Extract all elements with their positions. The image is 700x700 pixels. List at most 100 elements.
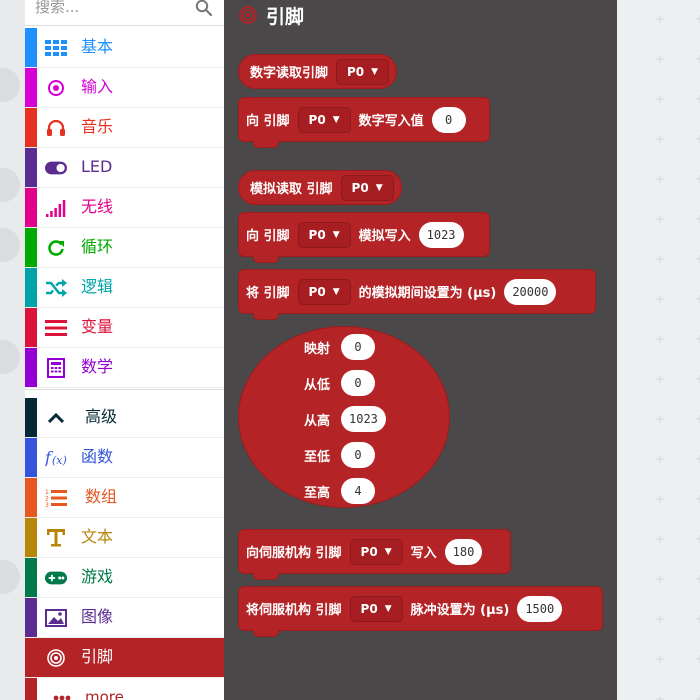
- analog-write-block[interactable]: 向 引脚 P0 ▼ 模拟写入 1023: [238, 212, 490, 263]
- function-icon: f (x): [45, 448, 67, 468]
- digital-read-block[interactable]: 数字读取引脚 P0 ▼: [238, 54, 398, 89]
- map-block[interactable]: 映射 0 从低 0 从高 1023 至低 0 至高 4: [238, 326, 450, 508]
- block-label: 模拟读取 引脚: [250, 182, 333, 197]
- grid-plus-icon: +: [655, 692, 666, 700]
- grid-plus-icon: +: [695, 412, 700, 426]
- category-images[interactable]: 图像: [25, 598, 224, 638]
- chevron-up-icon: [45, 408, 67, 428]
- value-input[interactable]: 20000: [504, 278, 557, 305]
- block-label: 数字写入值: [358, 114, 424, 129]
- grid-plus-icon: +: [695, 612, 700, 626]
- value-input[interactable]: 0: [341, 334, 375, 360]
- block-label: 向伺服机构 引脚: [246, 546, 342, 561]
- category-label: 数组: [85, 487, 118, 506]
- block-label: 从低: [304, 377, 331, 393]
- flyout-header: 引脚: [238, 2, 304, 28]
- text-icon: [45, 528, 67, 548]
- servo-write-block[interactable]: 向伺服机构 引脚 P0 ▼ 写入 180: [238, 529, 511, 580]
- grid-plus-icon: +: [655, 492, 666, 506]
- workspace[interactable]: + + + + + + + + + + + + + + + + + + + + + + + + + + + + + + + + + + + +: [617, 0, 700, 700]
- value-input[interactable]: 1023: [418, 221, 464, 248]
- category-radio[interactable]: 无线: [25, 188, 224, 228]
- digital-write-block[interactable]: 向 引脚 P0 ▼ 数字写入值 0: [238, 97, 490, 148]
- pin-dropdown[interactable]: P0 ▼: [336, 58, 390, 85]
- block-label: 的模拟期间设置为 (μs): [358, 286, 497, 301]
- category-basic[interactable]: 基本: [25, 28, 224, 68]
- grid-icon: [45, 38, 67, 58]
- svg-text:(x): (x): [52, 454, 67, 467]
- category-pins[interactable]: 引脚: [25, 638, 224, 678]
- value-input[interactable]: 0: [341, 442, 375, 468]
- servo-pulse-block[interactable]: 将伺服机构 引脚 P0 ▼ 脉冲设置为 (μs) 1500: [238, 586, 603, 637]
- grid-plus-icon: +: [655, 172, 666, 186]
- category-label: 数学: [81, 357, 114, 376]
- toolbox: 基本 输入 音乐 LED 无线: [25, 0, 224, 700]
- pin-dropdown[interactable]: P0 ▼: [349, 595, 403, 622]
- pin-dropdown[interactable]: P0 ▼: [340, 174, 394, 201]
- grid-plus-icon: +: [695, 92, 700, 106]
- signal-icon: [45, 198, 67, 218]
- category-functions[interactable]: f (x) 函数: [25, 438, 224, 478]
- grid-plus-icon: +: [695, 652, 700, 666]
- category-music[interactable]: 音乐: [25, 108, 224, 148]
- toolbox-divider: [25, 389, 224, 397]
- grid-plus-icon: +: [695, 452, 700, 466]
- grid-plus-icon: +: [695, 12, 700, 26]
- block-label: 向 引脚: [246, 114, 290, 129]
- block-label: 写入: [410, 546, 437, 561]
- caret-down-icon: ▼: [375, 182, 383, 193]
- map-row: 至高 4: [304, 478, 375, 504]
- grid-plus-icon: +: [655, 12, 666, 26]
- category-game[interactable]: 游戏: [25, 558, 224, 598]
- grid-plus-icon: +: [695, 292, 700, 306]
- category-math[interactable]: 数学: [25, 348, 224, 388]
- category-label: more: [85, 688, 124, 700]
- grid-plus-icon: +: [655, 652, 666, 666]
- search-input[interactable]: [35, 0, 195, 22]
- value-input[interactable]: 0: [431, 106, 466, 133]
- category-label: 逻辑: [81, 277, 114, 296]
- value-input[interactable]: 1500: [517, 595, 563, 622]
- analog-set-period-block[interactable]: 将 引脚 P0 ▼ 的模拟期间设置为 (μs) 20000: [238, 269, 596, 320]
- category-led[interactable]: LED: [25, 148, 224, 188]
- block-label: 至高: [304, 485, 331, 501]
- category-input[interactable]: 输入: [25, 68, 224, 108]
- grid-plus-icon: +: [655, 92, 666, 106]
- category-text[interactable]: 文本: [25, 518, 224, 558]
- block-label: 至低: [304, 449, 331, 465]
- pin-icon: [239, 6, 257, 24]
- category-label: 函数: [81, 447, 114, 466]
- category-label: 无线: [81, 197, 114, 216]
- search-icon[interactable]: [195, 0, 213, 17]
- value-input[interactable]: 0: [341, 370, 375, 396]
- grid-plus-icon: +: [695, 532, 700, 546]
- block-label: 向 引脚: [246, 229, 290, 244]
- category-advanced[interactable]: 高级: [25, 398, 224, 438]
- pin-dropdown[interactable]: P0 ▼: [297, 221, 351, 248]
- grid-plus-icon: +: [655, 532, 666, 546]
- pin-dropdown[interactable]: P0 ▼: [297, 278, 351, 305]
- category-loops[interactable]: 循环: [25, 228, 224, 268]
- shuffle-icon: [45, 278, 67, 298]
- pin-dropdown[interactable]: P0 ▼: [349, 538, 403, 565]
- caret-down-icon: ▼: [371, 66, 379, 77]
- pin-dropdown[interactable]: P0 ▼: [297, 106, 351, 133]
- value-input[interactable]: 4: [341, 478, 375, 504]
- ordered-list-icon: 123: [45, 488, 67, 508]
- value-input[interactable]: 1023: [341, 406, 386, 432]
- map-row: 从高 1023: [304, 406, 386, 432]
- category-logic[interactable]: 逻辑: [25, 268, 224, 308]
- category-more[interactable]: more: [25, 678, 224, 700]
- category-variables[interactable]: 变量: [25, 308, 224, 348]
- grid-plus-icon: +: [655, 372, 666, 386]
- block-label: 将伺服机构 引脚: [246, 603, 342, 618]
- grid-plus-icon: +: [695, 172, 700, 186]
- list-icon: [45, 318, 67, 338]
- category-arrays[interactable]: 123 数组: [25, 478, 224, 518]
- grid-plus-icon: +: [695, 332, 700, 346]
- block-label: 从高: [304, 413, 331, 429]
- analog-read-block[interactable]: 模拟读取 引脚 P0 ▼: [238, 170, 402, 205]
- category-label: 变量: [81, 317, 114, 336]
- value-input[interactable]: 180: [444, 538, 483, 565]
- grid-plus-icon: +: [655, 452, 666, 466]
